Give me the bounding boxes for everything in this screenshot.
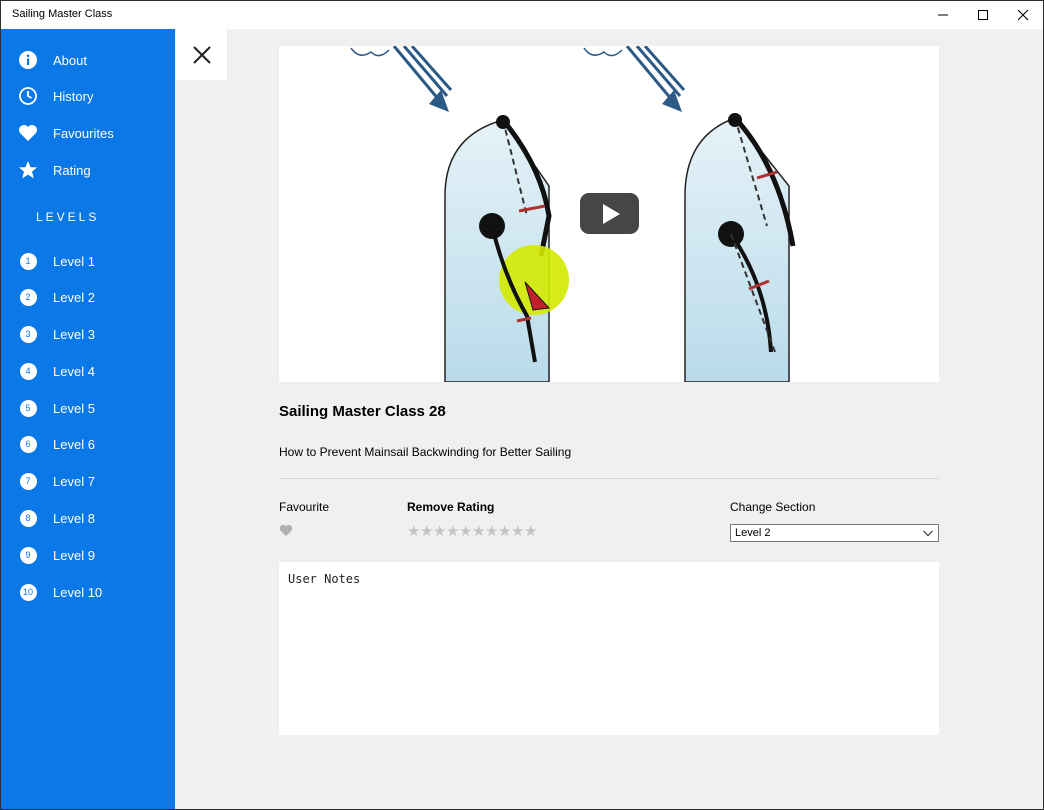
minimize-icon: [938, 14, 948, 16]
sidebar-item-label: Level 7: [53, 474, 95, 489]
level-badge-icon: 7: [18, 471, 38, 491]
level-badge-icon: 5: [18, 398, 38, 418]
video-player[interactable]: [279, 46, 939, 382]
close-window-button[interactable]: [1003, 1, 1043, 29]
star-icon[interactable]: ★: [472, 524, 485, 539]
level-badge-icon: 4: [18, 361, 38, 381]
sidebar-item-label: History: [53, 89, 94, 104]
level-badge-icon: 10: [18, 582, 38, 602]
sidebar-item-label: Rating: [53, 163, 91, 178]
sidebar-item-label: Level 5: [53, 401, 95, 416]
sidebar-item-level-10[interactable]: 10 Level 10: [1, 575, 175, 609]
sidebar-item-rating[interactable]: Rating: [1, 153, 175, 187]
rating-stars[interactable]: ★ ★ ★ ★ ★ ★ ★ ★ ★ ★: [407, 524, 537, 539]
sidebar-item-level-2[interactable]: 2 Level 2: [1, 280, 175, 314]
sidebar-item-level-4[interactable]: 4 Level 4: [1, 354, 175, 388]
section-select-value: Level 2: [735, 527, 771, 539]
sidebar-item-label: Favourites: [53, 126, 114, 141]
star-icon[interactable]: ★: [485, 524, 498, 539]
sidebar-item-level-5[interactable]: 5 Level 5: [1, 391, 175, 425]
app-window: Sailing Master Class About History Favou…: [0, 0, 1044, 810]
sidebar-item-label: About: [53, 53, 87, 68]
sidebar-item-about[interactable]: About: [1, 43, 175, 77]
class-title: Sailing Master Class 28: [279, 403, 446, 420]
star-icon[interactable]: ★: [459, 524, 472, 539]
change-section-label: Change Section: [730, 500, 816, 514]
star-icon[interactable]: ★: [498, 524, 511, 539]
level-badge-icon: 3: [18, 324, 38, 344]
star-icon[interactable]: ★: [420, 524, 433, 539]
sidebar-item-label: Level 8: [53, 511, 95, 526]
star-icon[interactable]: ★: [433, 524, 446, 539]
level-badge-icon: 1: [18, 251, 38, 271]
sidebar-item-favourites[interactable]: Favourites: [1, 116, 175, 150]
video-thumbnail: [279, 46, 939, 382]
minimize-button[interactable]: [923, 1, 963, 29]
sidebar-item-label: Level 10: [53, 585, 103, 600]
sidebar-item-label: Level 6: [53, 437, 95, 452]
divider: [279, 478, 939, 479]
sidebar-item-label: Level 1: [53, 254, 95, 269]
level-badge-icon: 8: [18, 508, 38, 528]
close-icon: [1017, 9, 1029, 21]
sidebar-item-level-8[interactable]: 8 Level 8: [1, 501, 175, 535]
sidebar-item-level-1[interactable]: 1 Level 1: [1, 244, 175, 278]
star-icon[interactable]: ★: [407, 524, 420, 539]
info-icon: [18, 50, 38, 70]
title-bar: Sailing Master Class: [1, 1, 1043, 29]
favourite-toggle[interactable]: [279, 524, 293, 542]
close-icon: [192, 45, 211, 64]
sidebar-item-level-3[interactable]: 3 Level 3: [1, 317, 175, 351]
heart-icon: [18, 123, 38, 143]
user-notes-textarea[interactable]: User Notes: [279, 562, 939, 735]
sidebar-item-level-6[interactable]: 6 Level 6: [1, 427, 175, 461]
favourite-label: Favourite: [279, 500, 330, 514]
sidebar-item-label: Level 9: [53, 548, 95, 563]
class-description: How to Prevent Mainsail Backwinding for …: [279, 445, 572, 459]
sidebar-item-label: Level 3: [53, 327, 95, 342]
star-icon[interactable]: ★: [524, 524, 537, 539]
level-badge-icon: 6: [18, 434, 38, 454]
sidebar-item-label: Level 2: [53, 290, 95, 305]
section-select[interactable]: Level 2: [730, 524, 939, 542]
levels-header: LEVELS: [36, 210, 100, 224]
maximize-icon: [978, 10, 988, 20]
maximize-button[interactable]: [963, 1, 1003, 29]
heart-icon: [279, 524, 293, 537]
chevron-down-icon: [923, 530, 933, 537]
star-icon[interactable]: ★: [446, 524, 459, 539]
close-pane-button[interactable]: [176, 29, 227, 80]
sidebar-item-history[interactable]: History: [1, 79, 175, 113]
remove-rating-button[interactable]: Remove Rating: [407, 500, 494, 514]
sidebar-item-level-9[interactable]: 9 Level 9: [1, 538, 175, 572]
sidebar: About History Favourites Rating LEVELS 1…: [1, 29, 175, 809]
star-icon: [18, 160, 38, 180]
clock-icon: [18, 86, 38, 106]
window-title: Sailing Master Class: [12, 8, 113, 20]
sidebar-item-label: Level 4: [53, 364, 95, 379]
star-icon[interactable]: ★: [511, 524, 524, 539]
sidebar-item-level-7[interactable]: 7 Level 7: [1, 464, 175, 498]
level-badge-icon: 2: [18, 287, 38, 307]
level-badge-icon: 9: [18, 545, 38, 565]
